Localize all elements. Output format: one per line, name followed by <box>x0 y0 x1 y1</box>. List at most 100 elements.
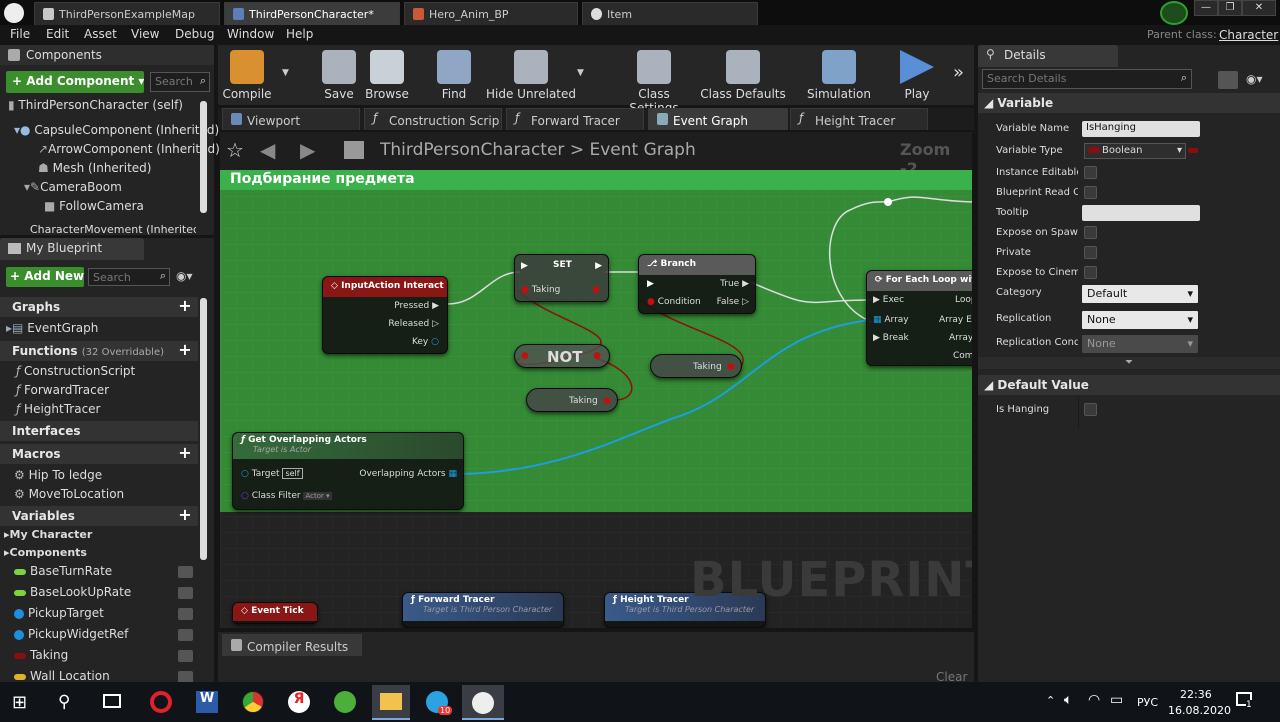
pin-key[interactable]: Key ○ <box>412 337 439 347</box>
toolbar-overflow-icon[interactable]: » <box>953 62 964 83</box>
tree-item-capsule[interactable]: ▾● CapsuleComponent (Inherited) <box>14 123 219 137</box>
tab-event-graph[interactable]: Event Graph <box>648 108 788 130</box>
visibility-eye-icon[interactable]: ◉▾ <box>176 269 193 283</box>
add-variable-button[interactable]: + <box>177 507 193 524</box>
windows-start-icon[interactable]: ⊞ <box>12 692 27 713</box>
menu-window[interactable]: Window <box>227 27 274 41</box>
var-group-components[interactable]: ▸Components <box>4 546 87 559</box>
simulation-button[interactable]: Simulation <box>802 46 876 104</box>
pin-exec[interactable]: ▶ Exec <box>873 295 904 305</box>
class-defaults-button[interactable]: Class Defaults <box>700 46 786 104</box>
node-get-taking-2[interactable]: Taking ● <box>526 388 618 412</box>
advanced-expander[interactable]: ⏷ <box>978 357 1280 369</box>
pin-taking[interactable]: ● Taking <box>521 285 560 295</box>
node-input-action-interact[interactable]: ◇ InputAction Interact Pressed ▶ Release… <box>322 276 448 354</box>
tab-third-person-example-map[interactable]: ThirdPersonExampleMap <box>34 2 220 25</box>
macro-item-move-to-location[interactable]: ⚙ MoveToLocation <box>14 487 124 501</box>
add-function-button[interactable]: + <box>177 342 193 359</box>
tab-hero-anim-bp[interactable]: Hero_Anim_BP <box>404 2 578 25</box>
clock-date[interactable]: 16.08.2020 <box>1168 704 1231 717</box>
tab-viewport[interactable]: Viewport <box>222 108 360 130</box>
pin-pressed[interactable]: Pressed ▶ <box>394 301 439 311</box>
variable-name-input[interactable]: IsHanging <box>1082 121 1200 137</box>
opera-icon[interactable] <box>150 691 172 713</box>
tree-item-follow-camera[interactable]: ■ FollowCamera <box>44 199 144 213</box>
menu-debug[interactable]: Debug <box>175 27 214 41</box>
search-taskbar-icon[interactable]: ⚲ <box>58 692 70 712</box>
yandex-browser-icon[interactable]: Я <box>288 691 310 713</box>
tree-item-character-movement[interactable]: CharacterMovement (Inherited) <box>30 223 196 235</box>
pin-target[interactable]: ○ Target self <box>241 468 303 479</box>
maximize-button[interactable]: ❐ <box>1218 0 1242 16</box>
play-button[interactable]: Play <box>880 46 954 104</box>
add-macro-button[interactable]: + <box>177 445 193 462</box>
pin-overlapping-actors[interactable]: Overlapping Actors ▦ <box>359 469 457 479</box>
menu-file[interactable]: File <box>10 27 30 41</box>
pin-taking-out[interactable]: ● <box>592 285 600 295</box>
components-search-input[interactable]: Search ⌕ <box>150 72 210 92</box>
pin-released[interactable]: Released ▷ <box>388 319 439 329</box>
variable-visibility-icon[interactable] <box>178 629 193 641</box>
pin-class-filter[interactable]: ○ Class Filter Actor ▾ <box>241 491 332 501</box>
word-icon[interactable]: W <box>196 691 218 713</box>
language-indicator[interactable]: РУС <box>1137 696 1158 709</box>
variable-section[interactable]: ◢ Variable <box>978 93 1280 113</box>
pin-out[interactable]: ● <box>727 362 735 372</box>
details-dropdown[interactable]: None ▾ <box>1082 335 1198 353</box>
pin-array-element[interactable]: Array Ele <box>939 315 972 325</box>
tab-compiler-results[interactable]: Compiler Results <box>222 634 362 656</box>
tab-forward-tracer[interactable]: ƒ Forward Tracer <box>506 108 644 130</box>
menu-edit[interactable]: Edit <box>46 27 69 41</box>
functions-section[interactable]: Functions (32 Overridable) <box>0 341 198 361</box>
tab-height-tracer[interactable]: ƒ Height Tracer <box>790 108 928 130</box>
browse-button[interactable]: Browse <box>350 46 424 104</box>
menu-view[interactable]: View <box>131 27 159 41</box>
macros-section[interactable]: Macros <box>0 444 198 464</box>
pin-exec-in[interactable]: ▶ <box>521 261 528 271</box>
source-control-icon[interactable] <box>1160 1 1188 25</box>
tray-chevron-icon[interactable]: ⌃ <box>1046 694 1055 707</box>
tree-item-camera-boom[interactable]: ▾✎CameraBoom <box>24 180 122 194</box>
blueprint-search-input[interactable]: Search ⌕ <box>88 268 170 286</box>
add-new-button[interactable]: + Add New ▾ <box>6 267 84 287</box>
node-set-taking[interactable]: ▶ SET ▶ ● Taking ● <box>514 254 609 302</box>
tree-item-self[interactable]: ▮ ThirdPersonCharacter (self) <box>8 98 183 112</box>
details-checkbox[interactable] <box>1084 226 1097 239</box>
pin-false[interactable]: False ▷ <box>717 297 749 307</box>
node-get-taking-1[interactable]: Taking ● <box>650 354 742 378</box>
tab-third-person-character[interactable]: ThirdPersonCharacter* <box>224 2 400 25</box>
node-forward-tracer[interactable]: ƒ Forward Tracer Target is Third Person C… <box>402 592 564 628</box>
pin-array[interactable]: ▦ Array <box>873 315 909 325</box>
graphs-section[interactable]: Graphs <box>0 297 198 317</box>
menu-help[interactable]: Help <box>286 27 313 41</box>
variable-visibility-icon[interactable] <box>178 608 193 620</box>
pin-true[interactable]: True ▶ <box>720 279 749 289</box>
unreal-engine-taskbar-icon[interactable] <box>462 685 504 720</box>
pin-out[interactable]: ● <box>593 351 601 361</box>
node-for-each-loop-with-break[interactable]: ⟳ For Each Loop with ▶ Exec ▦ Array ▶ Br… <box>866 270 972 366</box>
variable-visibility-icon[interactable] <box>178 587 193 599</box>
utorrent-icon[interactable] <box>334 691 356 713</box>
var-group-my-character[interactable]: ▸My Character <box>4 528 92 541</box>
add-component-button[interactable]: + Add Component ▾ <box>6 71 144 93</box>
container-type-pill-icon[interactable] <box>1188 148 1198 153</box>
tooltip-input[interactable] <box>1082 205 1200 221</box>
node-not-boolean[interactable]: ● NOT ● <box>514 344 610 368</box>
compile-button[interactable]: Compile <box>210 46 284 104</box>
function-item-construction-script[interactable]: ƒ ConstructionScript <box>16 364 135 378</box>
pin-exec-in[interactable]: ▶ <box>647 279 654 289</box>
details-visibility-eye-icon[interactable]: ◉▾ <box>1246 72 1263 86</box>
variable-type-dropdown[interactable]: Boolean ▾ <box>1084 143 1186 159</box>
function-item-height-tracer[interactable]: ƒ HeightTracer <box>16 402 100 416</box>
pin-array-index[interactable]: Array <box>949 333 972 343</box>
details-search-input[interactable]: Search Details ⌕ <box>982 69 1192 89</box>
compile-dropdown-arrow[interactable]: ▼ <box>282 68 289 78</box>
pin-in[interactable]: ● <box>521 351 529 361</box>
variable-item[interactable]: BaseLookUpRate <box>14 585 131 599</box>
pin-exec-out[interactable]: ▶ <box>595 261 602 271</box>
hide-unrelated-dropdown-arrow[interactable]: ▼ <box>577 68 584 78</box>
components-scrollbar[interactable] <box>200 101 207 213</box>
pin-break[interactable]: ▶ Break <box>873 333 909 343</box>
tab-item[interactable]: Item <box>582 2 758 25</box>
network-icon[interactable]: ▭ <box>1110 692 1123 708</box>
